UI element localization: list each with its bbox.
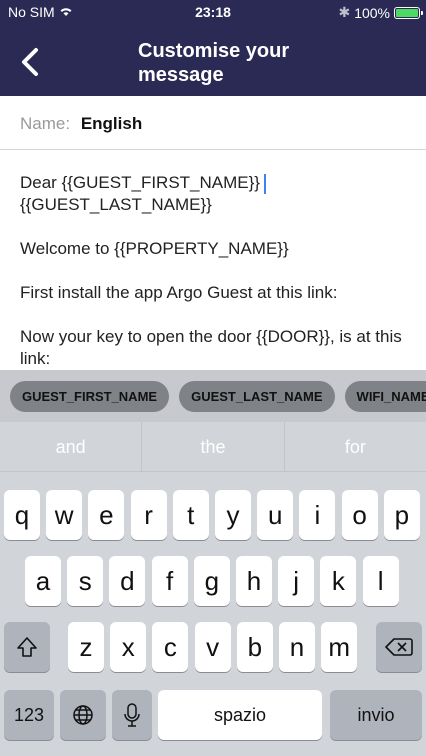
key-p[interactable]: p	[383, 490, 420, 540]
key-h[interactable]: h	[236, 556, 272, 606]
key-g[interactable]: g	[193, 556, 230, 606]
chip-wifi-name[interactable]: WIFI_NAME	[344, 380, 426, 412]
key-f[interactable]: f	[151, 556, 188, 606]
bluetooth-icon: ✱	[338, 4, 351, 20]
key-i[interactable]: i	[299, 490, 336, 540]
back-button[interactable]	[16, 44, 46, 80]
space-key[interactable]: spazio	[158, 690, 322, 740]
key-w[interactable]: w	[46, 490, 83, 540]
backspace-icon	[385, 638, 413, 656]
battery-percent: 100%	[354, 4, 390, 21]
status-right: ✱ 100%	[338, 4, 423, 21]
suggestion-item[interactable]: for	[285, 422, 426, 471]
name-row[interactable]: Name: English	[0, 96, 426, 150]
battery-icon	[394, 6, 423, 19]
battery-fill	[396, 8, 418, 17]
key-d[interactable]: d	[109, 556, 146, 606]
key-m[interactable]: m	[321, 622, 358, 672]
key-j[interactable]: j	[278, 556, 315, 606]
key-o[interactable]: o	[341, 490, 378, 540]
backspace-key[interactable]	[376, 622, 422, 672]
globe-icon	[73, 705, 93, 725]
placeholder-chips-bar: GUEST_FIRST_NAME GUEST_LAST_NAME WIFI_NA…	[0, 370, 426, 422]
key-a[interactable]: a	[25, 556, 61, 606]
message-install: First install the app Argo Guest at this…	[20, 283, 338, 302]
suggestion-item[interactable]: the	[142, 422, 285, 471]
key-l[interactable]: l	[362, 556, 399, 606]
status-bar: No SIM 23:18 ✱ 100%	[0, 0, 426, 22]
message-key: Now your key to open the door {{DOOR}}, …	[20, 327, 402, 368]
key-r[interactable]: r	[130, 490, 167, 540]
key-n[interactable]: n	[279, 622, 315, 672]
shift-key[interactable]	[4, 622, 50, 672]
message-line-2: {{GUEST_LAST_NAME}}	[20, 195, 212, 214]
name-value: English	[80, 114, 143, 133]
key-u[interactable]: u	[257, 490, 294, 540]
key-v[interactable]: v	[194, 622, 231, 672]
page-title: Customise your message	[138, 40, 290, 86]
keyboard: and the for q w e r t y u i o p a s d f g h j k l z x c v b n m 12…	[0, 422, 426, 756]
key-b[interactable]: b	[236, 622, 273, 672]
microphone-key[interactable]	[112, 690, 152, 740]
key-q[interactable]: q	[4, 490, 40, 540]
key-c[interactable]: c	[152, 622, 189, 672]
key-s[interactable]: s	[67, 556, 104, 606]
suggestion-bar: and the for	[0, 422, 426, 472]
shift-icon	[17, 637, 37, 657]
message-line-1: Dear {{GUEST_FIRST_NAME}}	[20, 173, 260, 192]
nav-header: No SIM 23:18 ✱ 100% Customise your messa…	[0, 0, 426, 96]
chip-guest-first-name[interactable]: GUEST_FIRST_NAME	[10, 380, 170, 412]
return-key[interactable]: invio	[330, 690, 422, 740]
message-welcome: Welcome to {{PROPERTY_NAME}}	[20, 239, 289, 258]
name-label: Name:	[20, 114, 71, 133]
message-greeting: Dear {{GUEST_FIRST_NAME}} {{GUEST_LAST_N…	[20, 172, 406, 216]
globe-key[interactable]	[60, 690, 106, 740]
suggestion-item[interactable]: and	[0, 422, 143, 471]
chevron-left-icon	[22, 48, 38, 76]
key-e[interactable]: e	[88, 490, 125, 540]
key-z[interactable]: z	[68, 622, 104, 672]
chip-guest-last-name[interactable]: GUEST_LAST_NAME	[179, 380, 335, 412]
key-k[interactable]: k	[320, 556, 357, 606]
key-t[interactable]: t	[172, 490, 209, 540]
numbers-key[interactable]: 123	[4, 690, 54, 740]
microphone-icon	[124, 703, 140, 727]
message-editor[interactable]: Dear {{GUEST_FIRST_NAME}} {{GUEST_LAST_N…	[0, 150, 426, 370]
text-caret	[263, 173, 266, 194]
key-x[interactable]: x	[110, 622, 147, 672]
key-y[interactable]: y	[215, 490, 251, 540]
